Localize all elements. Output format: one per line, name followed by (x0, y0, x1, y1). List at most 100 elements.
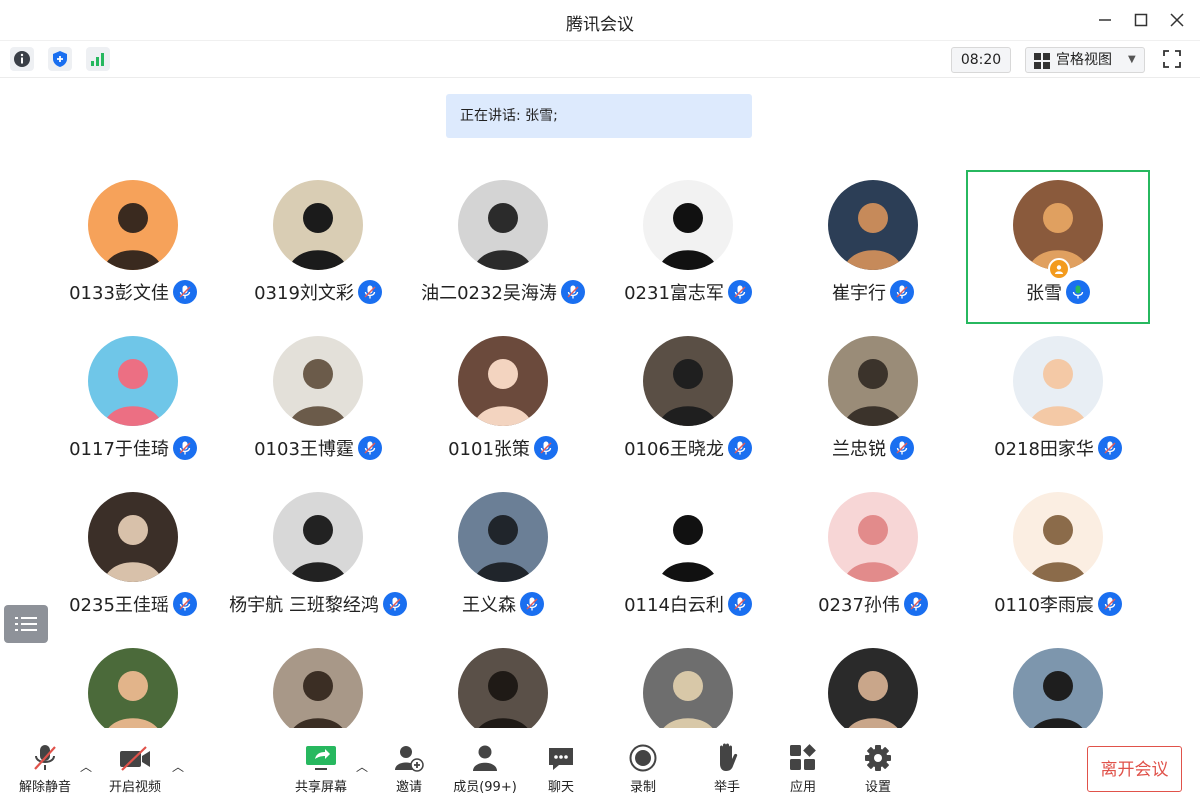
record-button[interactable]: 录制 (618, 742, 668, 796)
participant-name: 0106王晓龙 (624, 439, 724, 460)
participant-tile[interactable]: 崔宇行 (783, 170, 963, 320)
active-speaker-banner: 正在讲话: 张雪; (446, 94, 752, 138)
minimize-icon (1099, 19, 1111, 21)
fullscreen-button[interactable] (1160, 47, 1184, 71)
invite-user-icon (395, 746, 424, 772)
participant-avatar (88, 492, 178, 582)
participant-name-row: 兰忠锐 (783, 434, 963, 462)
settings-button[interactable]: 设置 (853, 742, 903, 796)
participant-tile[interactable]: 0218田家华 (968, 326, 1148, 476)
participant-avatar (458, 336, 548, 426)
participant-avatar (88, 336, 178, 426)
raise-hand-label: 举手 (713, 780, 740, 795)
meeting-toolbar: 08:20 宫格视图 ▼ (0, 40, 1200, 78)
mic-status-icon (560, 280, 585, 304)
share-options-chevron[interactable]: ︿ (356, 758, 368, 775)
participant-avatar (1013, 336, 1103, 426)
participant-tile[interactable]: 0103王博霆 (228, 326, 408, 476)
invite-button[interactable]: 邀请 (384, 742, 434, 796)
participant-name-row: 0218田家华 (968, 434, 1148, 462)
members-label: 成员(99+) (453, 780, 517, 795)
participant-avatar (643, 492, 733, 582)
unmute-button[interactable]: 解除静音 (14, 742, 76, 796)
participant-tile[interactable]: 0319刘文彩 (228, 170, 408, 320)
maximize-button[interactable] (1128, 8, 1154, 32)
participant-name: 0114白云利 (624, 595, 724, 616)
share-screen-label: 共享屏幕 (294, 780, 347, 795)
participant-tile[interactable]: 0110李雨宸 (968, 482, 1148, 632)
participant-name-row: 0235王佳瑶 (43, 590, 223, 618)
chevron-down-icon: ▼ (1128, 54, 1136, 65)
signal-bars-icon (91, 53, 104, 66)
video-off-icon (120, 746, 150, 771)
participant-tile[interactable]: 0133彭文佳 (43, 170, 223, 320)
participant-avatar (88, 648, 178, 738)
mic-status-icon (172, 436, 197, 460)
invite-label: 邀请 (395, 780, 422, 795)
participant-name-row: 0114白云利 (598, 590, 778, 618)
participant-avatar (273, 648, 363, 738)
mic-status-icon (520, 592, 544, 616)
participant-name: 0103王博霆 (254, 439, 354, 460)
minimize-button[interactable] (1092, 8, 1118, 32)
raise-hand-button[interactable]: 举手 (702, 742, 752, 796)
members-icon (473, 745, 497, 771)
security-button[interactable] (48, 47, 72, 71)
participant-name: 杨宇航 三班黎经鸿 (229, 595, 379, 616)
mic-status-icon (357, 436, 382, 460)
participant-tile[interactable]: 杨宇航 三班黎经鸿 (228, 482, 408, 632)
participant-avatar (88, 180, 178, 270)
mic-status-icon (382, 592, 407, 616)
participant-tile[interactable]: 0235王佳瑶 (43, 482, 223, 632)
share-screen-button[interactable]: 共享屏幕 (290, 742, 352, 796)
close-button[interactable] (1164, 8, 1190, 32)
participant-avatar (828, 336, 918, 426)
mic-status-icon (1097, 436, 1122, 460)
chat-button[interactable]: 聊天 (536, 742, 586, 796)
participant-name: 0237孙伟 (818, 595, 900, 616)
members-button[interactable]: 成员(99+) (450, 742, 520, 796)
participant-name: 0110李雨宸 (994, 595, 1094, 616)
participant-avatar (643, 336, 733, 426)
view-mode-label: 宫格视图 (1056, 52, 1112, 68)
participant-name: 0133彭文佳 (69, 283, 169, 304)
participant-name: 0101张策 (448, 439, 530, 460)
participant-avatar (1013, 648, 1103, 738)
audio-options-chevron[interactable]: ︿ (80, 758, 92, 775)
view-mode-dropdown[interactable]: 宫格视图 ▼ (1025, 47, 1145, 73)
participant-tile[interactable]: 0231富志军 (598, 170, 778, 320)
participant-name: 油二0232吴海涛 (421, 283, 557, 304)
participant-avatar (458, 180, 548, 270)
participant-tile[interactable]: 油二0232吴海涛 (413, 170, 593, 320)
participant-avatar (643, 648, 733, 738)
apps-button[interactable]: 应用 (778, 742, 828, 796)
participant-name-row: 0319刘文彩 (228, 278, 408, 306)
participant-tile[interactable]: 0237孙伟 (783, 482, 963, 632)
participant-name-row: 0106王晓龙 (598, 434, 778, 462)
participant-avatar (273, 492, 363, 582)
participant-tile[interactable]: 0101张策 (413, 326, 593, 476)
mic-status-icon (172, 280, 197, 304)
participant-name: 崔宇行 (832, 283, 886, 304)
video-options-chevron[interactable]: ︿ (172, 758, 184, 775)
leave-meeting-button[interactable]: 离开会议 (1087, 746, 1182, 792)
start-video-button[interactable]: 开启视频 (104, 742, 166, 796)
mic-status-icon (727, 436, 752, 460)
participant-tile[interactable]: 兰忠锐 (783, 326, 963, 476)
participant-list-toggle[interactable] (4, 605, 48, 643)
participant-tile[interactable]: 0114白云利 (598, 482, 778, 632)
participant-name: 兰忠锐 (832, 439, 886, 460)
raise-hand-icon (720, 743, 738, 771)
participant-tile[interactable]: 0106王晓龙 (598, 326, 778, 476)
mic-status-icon (903, 592, 928, 616)
participant-tile[interactable]: 0117于佳琦 (43, 326, 223, 476)
chat-label: 聊天 (547, 780, 574, 795)
participant-name-row: 0110李雨宸 (968, 590, 1148, 618)
meeting-controls-bar: 解除静音 ︿ 开启视频 ︿ 共享屏幕 ︿ 邀请 成员(99+) 聊天 录制 举手… (0, 728, 1200, 800)
settings-label: 设置 (864, 780, 891, 795)
meeting-info-button[interactable] (10, 47, 34, 71)
network-status-button[interactable] (86, 47, 110, 71)
shield-icon (53, 51, 67, 67)
participant-tile[interactable]: 王义森 (413, 482, 593, 632)
mic-status-icon (890, 436, 914, 460)
